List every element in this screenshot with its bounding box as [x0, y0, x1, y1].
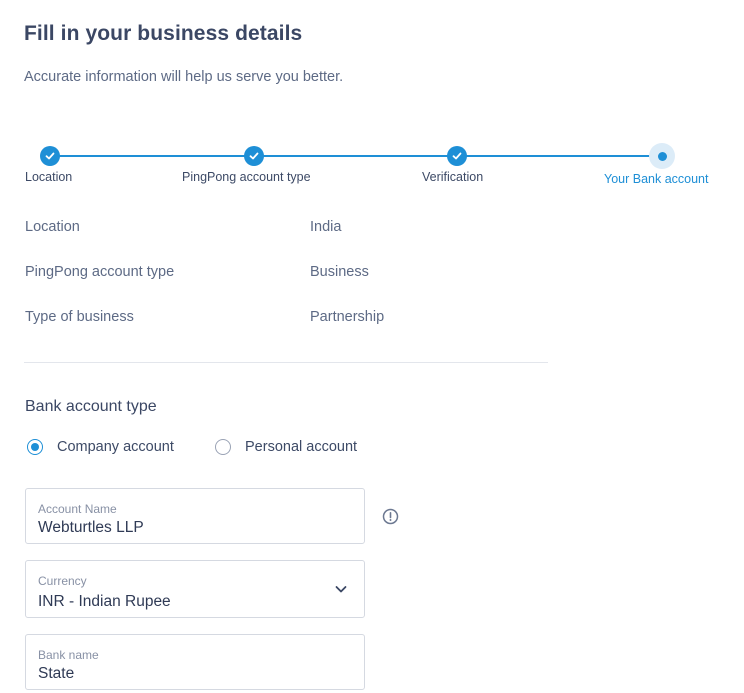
summary-label: Type of business: [25, 309, 134, 325]
step-label-verification: Verification: [422, 170, 484, 184]
bank-name-label: Bank name: [38, 648, 99, 662]
summary-value: Partnership: [310, 309, 385, 325]
info-icon[interactable]: [382, 508, 399, 525]
bank-account-type-heading: Bank account type: [25, 398, 157, 415]
step-label-bank-account: Your Bank account: [604, 172, 709, 186]
personal-account-radio[interactable]: [215, 439, 231, 455]
currency-value[interactable]: INR - Indian Rupee: [38, 593, 338, 611]
currency-select[interactable]: Currency INR - Indian Rupee: [25, 560, 365, 618]
section-divider: [24, 362, 548, 363]
step-3-check-icon: [447, 146, 467, 166]
company-account-radio[interactable]: [27, 439, 43, 455]
bank-name-input[interactable]: State: [38, 665, 338, 683]
page-title: Fill in your business details: [24, 22, 303, 45]
current-step-dot: [657, 151, 667, 161]
summary-value: India: [310, 219, 342, 235]
account-name-input[interactable]: Webturtles LLP: [38, 519, 338, 537]
bank-name-field[interactable]: Bank name State: [25, 634, 365, 690]
step-4-current-indicator: [649, 143, 675, 169]
summary-value: Business: [310, 264, 369, 280]
summary-label: Location: [25, 219, 80, 235]
step-2-check-icon: [244, 146, 264, 166]
page-subtitle: Accurate information will help us serve …: [24, 69, 344, 85]
personal-account-label[interactable]: Personal account: [245, 439, 357, 455]
company-account-label[interactable]: Company account: [57, 439, 174, 455]
step-label-location: Location: [25, 170, 73, 184]
chevron-down-icon[interactable]: [334, 582, 348, 596]
account-name-field[interactable]: Account Name Webturtles LLP: [25, 488, 365, 544]
step-1-check-icon: [40, 146, 60, 166]
currency-label: Currency: [38, 574, 87, 588]
step-label-account-type: PingPong account type: [182, 170, 311, 184]
summary-label: PingPong account type: [25, 264, 175, 280]
stepper-track: [50, 155, 662, 157]
account-name-label: Account Name: [38, 502, 117, 516]
